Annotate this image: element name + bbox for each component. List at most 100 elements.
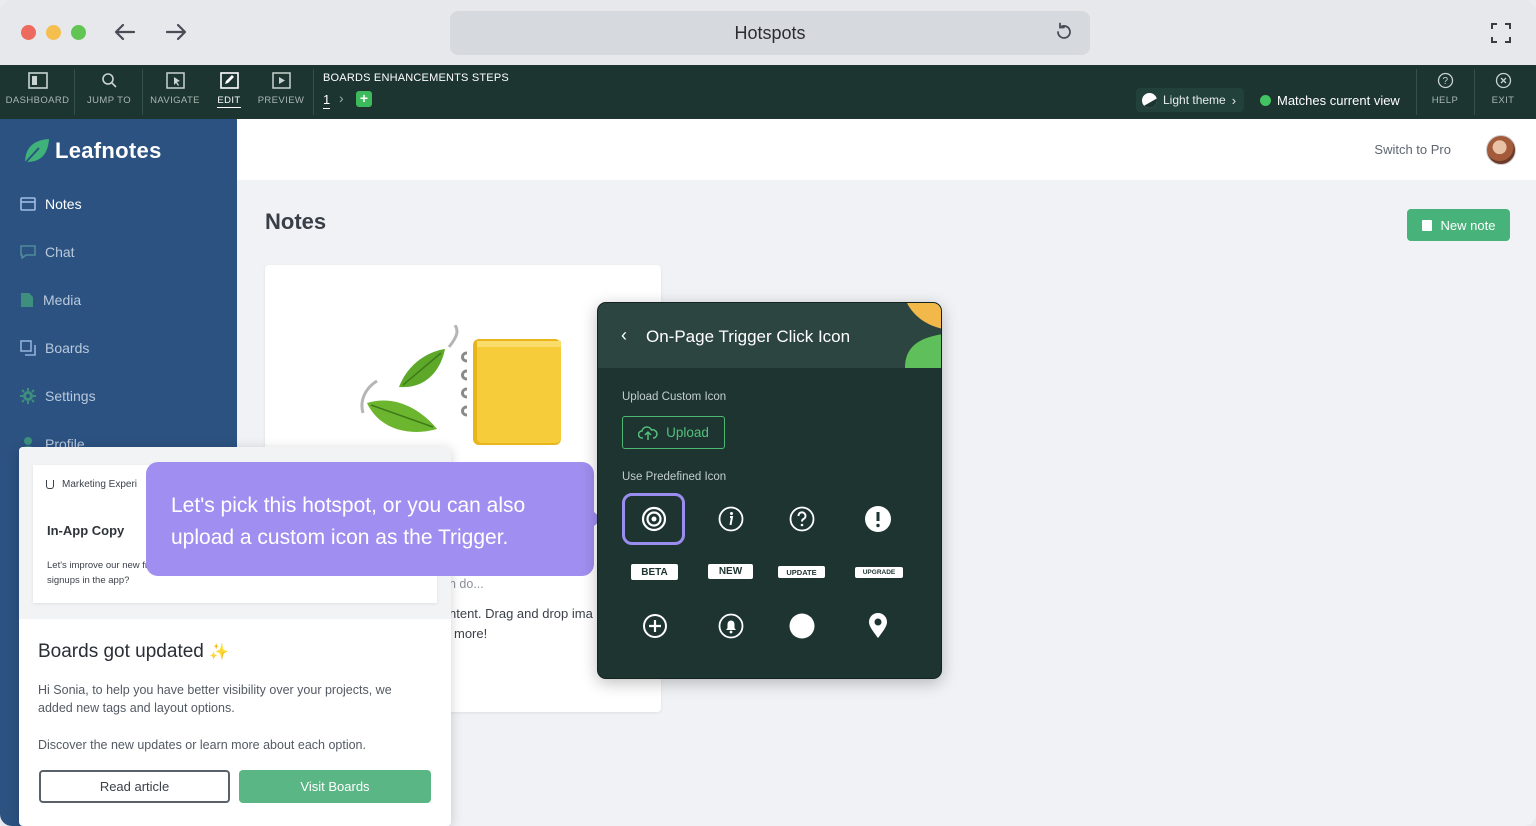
top-header: Switch to Pro	[237, 119, 1536, 180]
upload-icon-button[interactable]: Upload	[622, 416, 725, 449]
theme-icon	[1142, 92, 1157, 108]
play-icon	[271, 72, 291, 89]
bell-icon	[718, 613, 744, 639]
media-icon	[21, 293, 33, 307]
tool-dashboard[interactable]: DASHBOARD	[4, 65, 71, 119]
browser-window: Hotspots DASHBOARD JUMP TO NAVIGATE EDIT…	[0, 0, 1536, 826]
sparkle-icon: ✨	[209, 644, 230, 661]
tool-navigate[interactable]: NAVIGATE	[148, 65, 202, 119]
notebook-leaves-illustration	[360, 325, 561, 445]
status-dot	[1260, 95, 1271, 106]
tool-edit[interactable]: EDIT	[214, 65, 244, 119]
toolbar-divider	[1416, 69, 1417, 115]
info-icon	[718, 506, 744, 532]
panel-title: On-Page Trigger Click Icon	[646, 327, 851, 346]
add-step-button[interactable]: +	[356, 91, 372, 107]
tool-preview[interactable]: PREVIEW	[256, 65, 306, 119]
toolbar-divider	[74, 69, 75, 115]
page-title: Notes	[265, 209, 327, 234]
toolbar-divider	[1474, 69, 1475, 115]
tool-exit[interactable]: EXIT	[1484, 65, 1522, 119]
cloud-upload-icon	[638, 425, 658, 440]
fullscreen-icon[interactable]	[1490, 22, 1512, 44]
trigger-icon-panel: ‹ On-Page Trigger Click Icon Upload Cust…	[597, 302, 942, 679]
toolbar-divider	[313, 69, 314, 115]
browser-chrome: Hotspots	[0, 0, 1536, 65]
steps-title: BOARDS ENHANCEMENTS STEPS	[323, 72, 509, 84]
tool-jump-to[interactable]: JUMP TO	[81, 65, 137, 119]
notes-icon	[20, 197, 36, 211]
popup-body: Hi Sonia, to help you have better visibi…	[38, 683, 392, 715]
page-tab-title: Hotspots	[734, 23, 806, 43]
avatar[interactable]	[1486, 135, 1516, 165]
chevron-right-icon: ›	[1231, 92, 1237, 108]
boards-icon	[20, 340, 36, 356]
edit-icon	[219, 72, 239, 89]
category-tag: Marketing Experi	[46, 479, 137, 490]
location-option[interactable]	[857, 605, 899, 647]
sidebar-item-notes[interactable]: Notes	[20, 194, 82, 214]
badge-update-option[interactable]: UPDATE	[778, 566, 825, 578]
svg-text:?: ?	[1442, 76, 1448, 87]
step-1-tab[interactable]: 1	[323, 92, 331, 109]
popup-title: Boards got updated ✨	[38, 641, 230, 662]
hotspot-target-option[interactable]	[622, 493, 685, 545]
chevron-right-icon: ›	[339, 90, 344, 106]
solid-circle-icon	[789, 613, 815, 639]
switch-to-pro-link[interactable]: Switch to Pro	[1374, 142, 1451, 157]
address-bar[interactable]: Hotspots	[450, 11, 1090, 55]
forward-arrow-icon[interactable]	[161, 17, 191, 47]
new-note-button[interactable]: New note	[1407, 209, 1510, 241]
dashboard-icon	[27, 72, 48, 89]
question-option[interactable]	[781, 498, 823, 540]
note-card-line: n do...	[449, 577, 484, 591]
note-card-line: more!	[454, 626, 488, 641]
cursor-icon	[165, 72, 185, 89]
alert-option[interactable]	[857, 498, 899, 540]
note-plus-icon	[1421, 219, 1432, 231]
guide-tooltip: Let's pick this hotspot, or you can also…	[146, 462, 602, 576]
panel-header: ‹ On-Page Trigger Click Icon	[598, 303, 941, 368]
chat-icon	[20, 245, 36, 259]
tool-help[interactable]: ? HELP	[1426, 65, 1464, 119]
search-icon	[101, 73, 117, 88]
note-card-line: ntent. Drag and drop ima	[449, 606, 593, 621]
map-pin-icon	[869, 613, 887, 638]
help-icon: ?	[1437, 72, 1453, 89]
minimize-window-button[interactable]	[46, 25, 61, 40]
upload-section-label: Upload Custom Icon	[622, 391, 727, 403]
predefined-section-label: Use Predefined Icon	[622, 471, 727, 483]
info-option[interactable]	[710, 498, 752, 540]
editor-toolbar: DASHBOARD JUMP TO NAVIGATE EDIT PREVIEW …	[0, 65, 1536, 119]
dot-option[interactable]	[781, 605, 823, 647]
brand-logo[interactable]: Leafnotes	[21, 136, 162, 166]
badge-beta-option[interactable]: BETA	[631, 564, 678, 580]
bell-option[interactable]	[710, 605, 752, 647]
visit-boards-button[interactable]: Visit Boards	[239, 770, 431, 803]
view-match-status: Matches current view	[1260, 93, 1400, 108]
sidebar-item-boards[interactable]: Boards	[20, 338, 89, 358]
plus-option[interactable]	[634, 605, 676, 647]
badge-upgrade-option[interactable]: UPGRADE	[855, 567, 903, 578]
read-article-button[interactable]: Read article	[39, 770, 230, 803]
popup-body: Discover the new updates or learn more a…	[38, 738, 366, 752]
theme-toggle[interactable]: Light theme ›	[1136, 88, 1245, 112]
sidebar-item-media[interactable]: Media	[20, 290, 81, 310]
badge-new-option[interactable]: NEW	[708, 564, 753, 579]
close-window-button[interactable]	[21, 25, 36, 40]
maximize-window-button[interactable]	[71, 25, 86, 40]
flask-icon	[46, 480, 54, 489]
leaf-logo-icon	[24, 139, 49, 164]
exclamation-icon	[865, 506, 891, 532]
close-icon	[1495, 72, 1511, 89]
target-icon	[641, 506, 666, 532]
preview-heading: In-App Copy	[47, 523, 125, 538]
sidebar-item-chat[interactable]: Chat	[20, 242, 75, 262]
decorative-corner-shape	[873, 303, 941, 368]
gear-icon	[20, 388, 36, 404]
plus-circle-icon	[643, 614, 667, 638]
sidebar-item-settings[interactable]: Settings	[20, 386, 96, 406]
reload-icon[interactable]	[1052, 20, 1076, 44]
back-arrow-icon[interactable]	[110, 17, 140, 47]
chevron-left-icon[interactable]: ‹	[621, 325, 627, 346]
